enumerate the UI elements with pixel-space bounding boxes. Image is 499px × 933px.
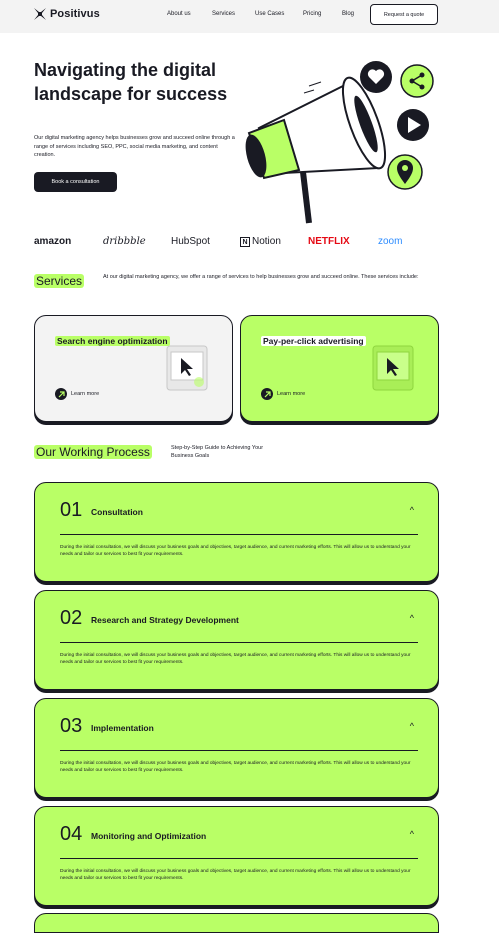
logo-star-icon [34,8,46,20]
learn-more-link[interactable]: Learn more [55,388,99,400]
play-icon [397,109,429,141]
nav-pricing[interactable]: Pricing [303,11,321,17]
process-step-consultation[interactable]: 01 Consultation ^ During the initial con… [34,482,439,582]
step-title: Research and Strategy Development [91,615,239,625]
step-number: 04 [60,823,83,845]
step-description: During the initial consultation, we will… [60,869,411,881]
process-heading: Our Working Process [34,445,152,459]
arrow-icon [261,388,273,400]
services-heading: Services [34,274,85,288]
brand-logo-notion: N Notion [240,236,281,247]
learn-more-label: Learn more [71,391,100,397]
learn-more-label: Learn more [277,391,306,397]
process-description: Step-by-Step Guide to Achieving Your Bus… [171,445,264,459]
process-step-research[interactable]: 02 Research and Strategy Development ^ D… [34,590,439,690]
step-title: Implementation [91,723,154,733]
divider [60,858,418,859]
nav-services[interactable]: Services [212,11,235,17]
top-navigation-bar: Positivus About us Services Use Cases Pr… [0,0,499,33]
brand-logo-dribbble: dribbble [103,236,146,247]
brand-logo-netflix: NETFLIX [308,236,350,247]
brand-logo-hubspot: HubSpot [171,236,210,247]
step-description: During the initial consultation, we will… [60,545,411,557]
services-description: At our digital marketing agency, we offe… [103,274,419,280]
arrow-icon [55,388,67,400]
collapse-chevron-icon[interactable]: ^ [410,613,414,623]
process-step-implementation[interactable]: 03 Implementation ^ During the initial c… [34,698,439,798]
heart-icon [360,61,392,93]
book-consultation-button[interactable]: Book a consultation [34,172,117,192]
megaphone-icon [245,76,387,224]
request-quote-button[interactable]: Request a quote [370,4,438,25]
step-number: 03 [60,715,83,737]
logo[interactable]: Positivus [34,8,100,20]
step-number: 01 [60,499,83,521]
step-description: During the initial consultation, we will… [60,653,411,665]
learn-more-link[interactable]: Learn more [261,388,305,400]
hero-subtitle: Our digital marketing agency helps busin… [34,135,235,158]
ppc-illustration [372,345,414,391]
brand-name: Positivus [50,8,100,20]
collapse-chevron-icon[interactable]: ^ [410,721,414,731]
collapse-chevron-icon[interactable]: ^ [410,829,414,839]
collapse-chevron-icon[interactable]: ^ [410,505,414,515]
step-title: Monitoring and Optimization [91,831,207,841]
service-card-seo[interactable]: Search engine optimization Learn more [34,315,233,422]
notion-wordmark: Notion [252,236,281,247]
service-card-title: Pay-per-click advertising [261,336,366,346]
step-title: Consultation [91,507,143,517]
step-number: 02 [60,607,83,629]
process-step-next-partial[interactable] [34,913,439,933]
seo-illustration [166,345,208,391]
brand-logo-zoom: zoom [378,236,403,247]
service-card-title: Search engine optimization [55,336,170,346]
hero-illustration [245,61,434,224]
nav-use-cases[interactable]: Use Cases [255,11,284,17]
process-step-monitoring[interactable]: 04 Monitoring and Optimization ^ During … [34,806,439,906]
nav-blog[interactable]: Blog [342,11,354,17]
step-description: During the initial consultation, we will… [60,761,411,773]
divider [60,642,418,643]
brand-logo-amazon: amazon [34,236,72,247]
divider [60,750,418,751]
hero-title: Navigating the digital landscape for suc… [34,60,228,104]
service-card-ppc[interactable]: Pay-per-click advertising Learn more [240,315,439,422]
location-pin-icon [387,154,423,190]
divider [60,534,418,535]
nav-about-us[interactable]: About us [167,11,191,17]
notion-icon: N [240,236,250,247]
share-icon [400,64,434,98]
